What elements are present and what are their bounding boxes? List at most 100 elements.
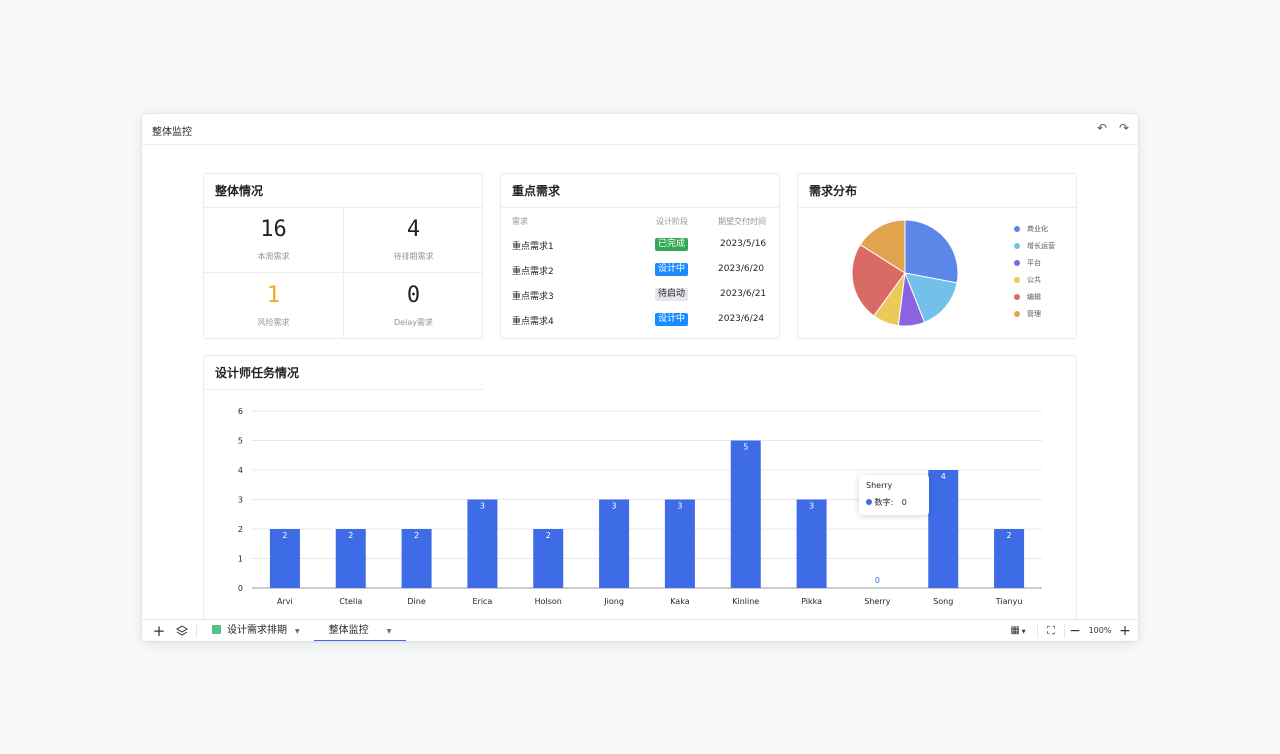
kpi-value: 4 xyxy=(406,217,421,242)
bottom-bar: + 设计需求排期 ▼ 整体监控 ▼ ▦ ▼ ⛶ − 100% + xyxy=(142,619,1138,641)
bar-value-label: 0 xyxy=(875,576,880,585)
bar-Erica[interactable] xyxy=(467,499,498,589)
legend-label: 公共 xyxy=(1027,276,1041,284)
legend-item: 增长运营 xyxy=(1014,241,1055,251)
tab-label: 设计需求排期 xyxy=(227,625,287,636)
key-demands-card: 重点需求 需求 设计阶段 期望交付时间 重点需求1 已完成 2023/5/16 … xyxy=(500,173,780,339)
column-header: 需求 xyxy=(512,217,528,226)
zoom-in-icon[interactable]: + xyxy=(1119,620,1131,641)
title-bar: 整体监控 ↶ ↷ xyxy=(142,114,1138,145)
kpi-label: Delay需求 xyxy=(394,318,433,327)
legend-dot xyxy=(1014,294,1020,300)
x-tick-label: Kaka xyxy=(670,597,690,606)
x-tick-label: Ctella xyxy=(339,597,362,606)
tab-schedule[interactable]: 设计需求排期 ▼ xyxy=(212,620,312,641)
sheet-grid-icon xyxy=(212,625,221,634)
chevron-down-icon: ▼ xyxy=(295,628,300,635)
divider xyxy=(204,389,484,390)
y-tick-label: 3 xyxy=(238,496,243,505)
legend-item: 编辑 xyxy=(1014,292,1041,302)
legend-dot xyxy=(1014,260,1020,266)
overall-title: 整体情况 xyxy=(215,184,264,198)
demand-date: 2023/6/24 xyxy=(718,314,765,324)
bar-Jiong[interactable] xyxy=(599,499,630,589)
legend-label: 平台 xyxy=(1027,259,1041,267)
kpi-label: 本周需求 xyxy=(257,252,290,261)
divider xyxy=(1064,624,1065,638)
stage-badge: 待启动 xyxy=(655,288,689,301)
distribution-title: 需求分布 xyxy=(809,184,858,198)
y-tick-label: 2 xyxy=(238,525,243,534)
overall-card: 整体情况 16 本周需求 4 待排期需求 1 风险需求 0 Delay需求 xyxy=(203,173,483,339)
tooltip-value: 0 xyxy=(901,498,907,507)
x-tick-label: Dine xyxy=(407,597,425,606)
x-tick-label: Jiong xyxy=(603,597,624,606)
add-sheet-icon[interactable]: + xyxy=(152,620,166,641)
undo-icon[interactable]: ↶ xyxy=(1095,121,1109,135)
demand-date: 2023/5/16 xyxy=(720,239,767,249)
app-window: 整体监控 ↶ ↷ 整体情况 16 本周需求 4 待排期需求 1 风险需求 0 D… xyxy=(142,114,1138,641)
bar-value-label: 5 xyxy=(743,443,748,452)
pie-chart xyxy=(851,219,959,327)
legend-item: 管理 xyxy=(1014,309,1041,319)
zoom-out-icon[interactable]: − xyxy=(1069,620,1081,641)
legend-label: 增长运营 xyxy=(1027,242,1055,250)
key-demands-title: 重点需求 xyxy=(512,184,561,198)
x-tick-label: Holson xyxy=(535,597,562,606)
layers-icon[interactable] xyxy=(175,620,189,641)
kpi-pending: 4 待排期需求 xyxy=(344,207,483,272)
bar-value-label: 3 xyxy=(809,502,814,511)
x-tick-label: Arvi xyxy=(277,597,293,606)
pie-slice-商业化[interactable] xyxy=(904,219,959,284)
x-tick-label: Kinline xyxy=(732,597,759,606)
redo-icon[interactable]: ↷ xyxy=(1117,121,1131,135)
bar-value-label: 2 xyxy=(546,531,551,540)
demand-name: 重点需求3 xyxy=(512,292,554,302)
zoom-level[interactable]: 100% xyxy=(1086,620,1114,641)
bar-value-label: 2 xyxy=(348,531,353,540)
bar-value-label: 4 xyxy=(941,472,946,481)
bar-Pikka[interactable] xyxy=(796,499,827,589)
legend-dot xyxy=(1014,311,1020,317)
bar-chart: 0 1 2 3 4 5 6 2 Arvi 2 Ctella 2 Dine 3 Erica 2 Holson 3 Ji… xyxy=(238,407,1042,606)
fullscreen-icon[interactable]: ⛶ xyxy=(1044,620,1058,641)
demand-date: 2023/6/21 xyxy=(720,289,767,299)
tooltip-title: Sherry xyxy=(866,481,893,490)
x-tick-label: Song xyxy=(933,597,953,606)
y-tick-label: 4 xyxy=(238,466,243,475)
kpi-value: 0 xyxy=(406,283,421,308)
bar-Song[interactable] xyxy=(928,470,959,588)
bar-Kinline[interactable] xyxy=(730,440,761,589)
stage-badge: 设计中 xyxy=(655,313,689,326)
kpi-risk: 1 风险需求 xyxy=(204,273,343,338)
kpi-value: 1 xyxy=(266,283,281,308)
chevron-down-icon: ▼ xyxy=(386,628,392,635)
divider xyxy=(196,624,197,638)
tab-monitor[interactable]: 整体监控 ▼ xyxy=(314,620,406,641)
legend-item: 平台 xyxy=(1014,258,1041,268)
bar-value-label: 2 xyxy=(1007,531,1012,540)
demand-name: 重点需求4 xyxy=(512,317,554,327)
x-tick-label: Erica xyxy=(472,597,492,606)
bar-value-label: 3 xyxy=(612,502,617,511)
y-tick-label: 5 xyxy=(238,437,243,446)
tooltip-series: 数字 xyxy=(874,498,891,507)
legend-dot xyxy=(1014,277,1020,283)
demand-date: 2023/6/20 xyxy=(718,264,765,274)
y-tick-label: 0 xyxy=(238,584,243,593)
demand-name: 重点需求1 xyxy=(512,242,554,252)
kpi-value: 16 xyxy=(260,217,287,242)
tooltip-dot xyxy=(866,499,872,505)
legend-item: 商业化 xyxy=(1014,224,1048,234)
divider xyxy=(501,207,779,208)
tasks-title: 设计师任务情况 xyxy=(215,366,300,380)
stage-badge: 已完成 xyxy=(655,238,689,251)
bar-Kaka[interactable] xyxy=(664,499,695,589)
distribution-card: 需求分布 商业化 增长运营 平台 公共 编辑 管理 xyxy=(797,173,1077,339)
x-tick-label: Pikka xyxy=(801,597,822,606)
legend-dot xyxy=(1014,226,1020,232)
tooltip-separator: : xyxy=(890,498,894,507)
tab-label: 整体监控 xyxy=(328,625,369,636)
grid-view-icon[interactable]: ▦ ▼ xyxy=(1008,620,1028,641)
kpi-label: 待排期需求 xyxy=(393,252,434,261)
